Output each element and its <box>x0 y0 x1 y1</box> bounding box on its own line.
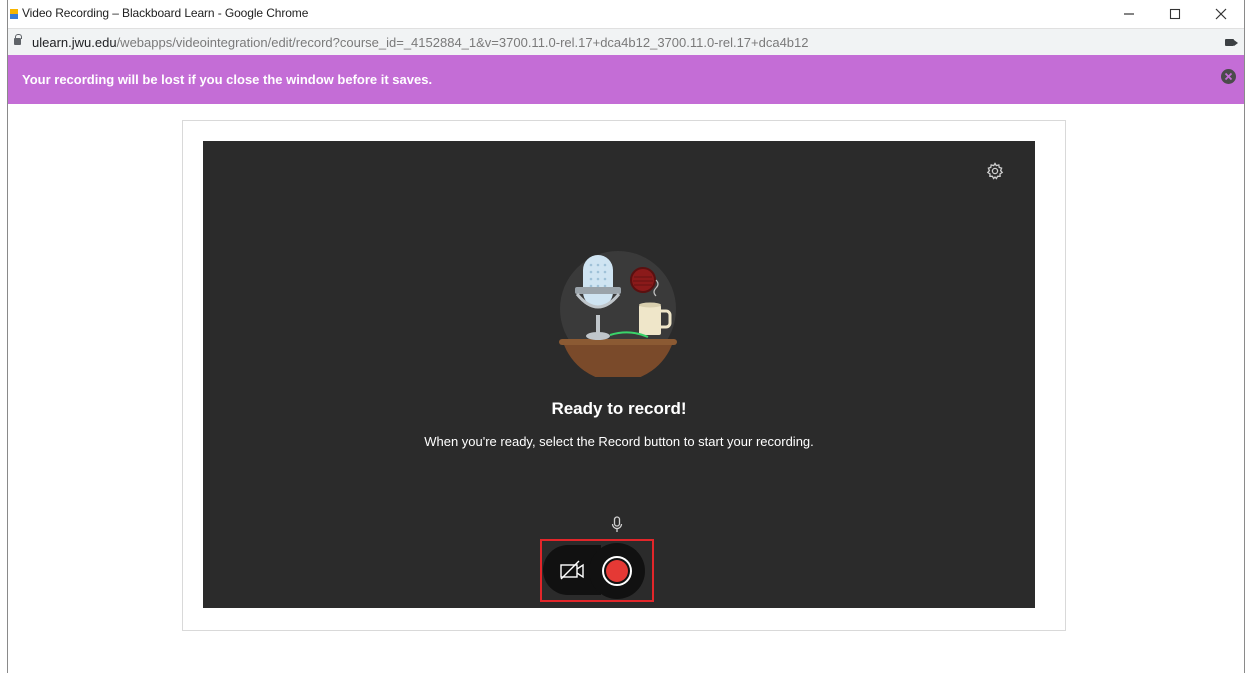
address-bar[interactable]: ulearn.jwu.edu/webapps/videointegration/… <box>8 28 1244 55</box>
minimize-button[interactable] <box>1106 0 1152 28</box>
close-icon <box>1215 8 1227 20</box>
minimize-icon <box>1124 13 1134 15</box>
ready-instructions: When you're ready, select the Record but… <box>424 434 814 449</box>
page-content: Ready to record! When you're ready, sele… <box>8 104 1244 673</box>
maximize-button[interactable] <box>1152 0 1198 28</box>
url-host: ulearn.jwu.edu <box>32 35 117 50</box>
warning-message: Your recording will be lost if you close… <box>22 72 433 87</box>
blackboard-favicon-icon <box>10 9 18 19</box>
browser-window: Video Recording – Blackboard Learn - Goo… <box>7 0 1245 673</box>
camera-in-use-icon[interactable] <box>1225 39 1238 46</box>
url-path: /webapps/videointegration/edit/record?co… <box>116 35 809 50</box>
close-circle-icon <box>1224 72 1233 81</box>
microphone-icon <box>611 516 623 532</box>
title-bar: Video Recording – Blackboard Learn - Goo… <box>8 0 1244 28</box>
maximize-icon <box>1169 8 1181 20</box>
video-preview-stage: Ready to record! When you're ready, sele… <box>203 141 1035 608</box>
warning-banner: Your recording will be lost if you close… <box>8 55 1244 104</box>
lock-icon[interactable] <box>14 34 22 45</box>
window-title: Video Recording – Blackboard Learn - Goo… <box>22 6 309 20</box>
podcast-microphone-illustration <box>559 251 677 377</box>
close-window-button[interactable] <box>1198 0 1244 28</box>
ready-heading: Ready to record! <box>551 399 687 418</box>
dismiss-banner-button[interactable] <box>1221 69 1236 84</box>
url-text[interactable]: ulearn.jwu.edu/webapps/videointegration/… <box>32 35 809 50</box>
gear-icon[interactable] <box>985 161 1005 181</box>
controls-highlight <box>540 539 654 602</box>
